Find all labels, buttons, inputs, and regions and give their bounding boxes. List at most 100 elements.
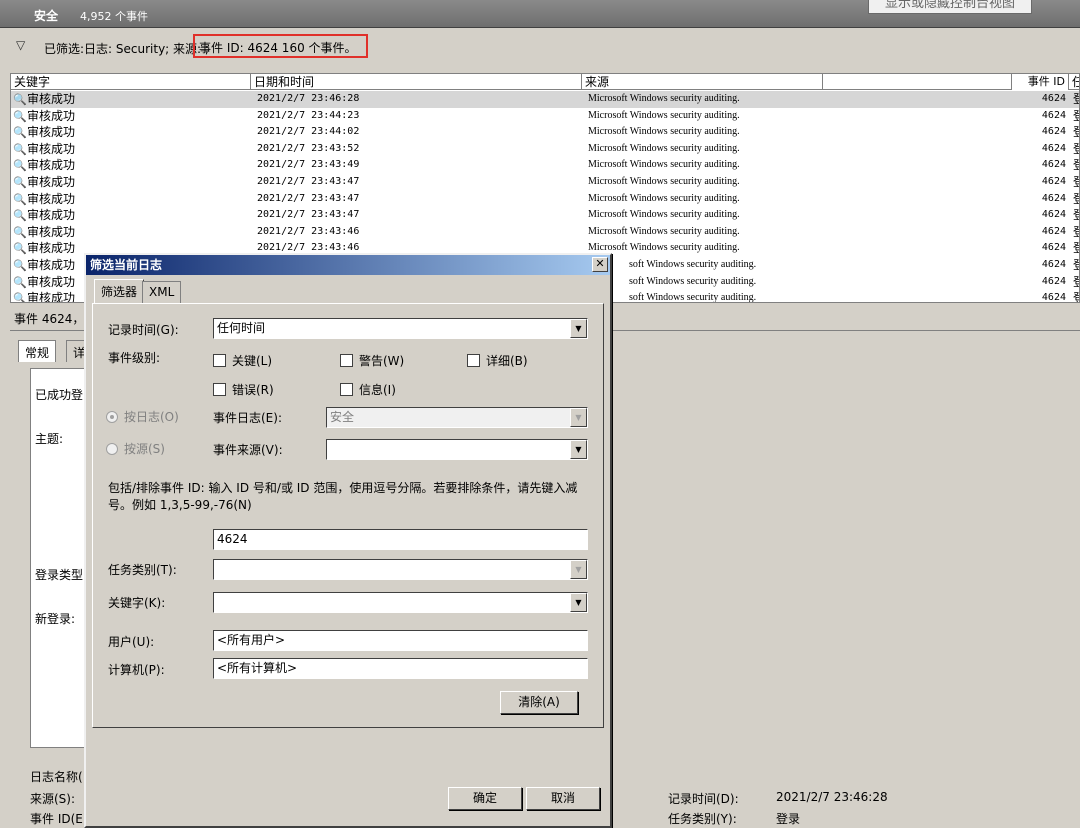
filter-prefix: 已筛选:日志: Security; 来源: ; xyxy=(44,42,209,56)
table-row[interactable]: 🔍审核成功 2021/2/7 23:44:02 Microsoft Windows … xyxy=(11,124,1079,141)
task-cell: 登 xyxy=(1073,207,1079,224)
table-row[interactable]: 🔍审核成功 2021/2/7 23:43:46 Microsoft Windows … xyxy=(11,224,1079,241)
task-cell: 登 xyxy=(1073,290,1079,302)
error-checkbox[interactable]: 错误(R) xyxy=(213,381,274,398)
chevron-down-icon[interactable]: ▼ xyxy=(570,319,587,338)
task-cell: 登 xyxy=(1073,91,1079,108)
show-hide-console-button[interactable]: 显示或隐藏控制台视图 xyxy=(868,0,1032,14)
computer-input[interactable]: <所有计算机> xyxy=(213,658,588,679)
user-label: 用户(U): xyxy=(108,635,155,649)
datetime-cell: 2021/2/7 23:44:23 xyxy=(257,109,360,121)
log-name-label: 日志名称( xyxy=(30,770,83,784)
col-keyword[interactable]: 关键字 xyxy=(11,74,251,90)
event-id-cell: 4624 xyxy=(1041,192,1066,204)
table-row[interactable]: 🔍审核成功 2021/2/7 23:43:49 Microsoft Windows … xyxy=(11,157,1079,174)
task-cell: 登 xyxy=(1073,141,1079,158)
task-category-label: 任务类别(Y): xyxy=(668,812,737,826)
keyword-text: 审核成功 xyxy=(27,108,76,123)
event-id-label: 事件 ID(E) xyxy=(30,812,88,826)
keyword-text: 审核成功 xyxy=(27,208,76,223)
datetime-cell: 2021/2/7 23:43:47 xyxy=(257,209,360,221)
verbose-checkbox[interactable]: 详细(B) xyxy=(467,352,528,369)
success-text: 已成功登 xyxy=(35,388,84,402)
key-icon: 🔍 xyxy=(13,109,27,123)
event-id-description: 包括/排除事件 ID: 输入 ID 号和/或 ID 范围，使用逗号分隔。若要排除… xyxy=(108,481,578,512)
log-title: 安全 xyxy=(34,9,59,23)
keyword-cell: 🔍审核成功 xyxy=(13,224,75,242)
event-id-cell: 4624 xyxy=(1041,275,1066,287)
event-count: 4,952 个事件 xyxy=(80,10,148,23)
datetime-cell: 2021/2/7 23:43:49 xyxy=(257,159,360,171)
table-row[interactable]: 🔍审核成功 2021/2/7 23:43:52 Microsoft Windows … xyxy=(11,141,1079,158)
event-id-cell: 4624 xyxy=(1041,142,1066,154)
information-label: 信息(I) xyxy=(359,383,396,397)
by-log-radio[interactable]: 按日志(O) xyxy=(106,408,179,425)
chevron-down-icon[interactable]: ▼ xyxy=(570,560,587,579)
grid-header: 关键字 日期和时间 来源 事件 ID 任 xyxy=(11,74,1079,90)
tab-general[interactable]: 常规 xyxy=(18,340,57,362)
close-icon[interactable]: ✕ xyxy=(592,257,608,272)
col-task[interactable]: 任 xyxy=(1069,74,1079,90)
task-cell: 登 xyxy=(1073,157,1079,174)
keyword-cell: 🔍审核成功 xyxy=(13,174,75,192)
datetime-cell: 2021/2/7 23:43:47 xyxy=(257,192,360,204)
chevron-down-icon[interactable]: ▼ xyxy=(570,440,587,459)
event-id-cell: 4624 xyxy=(1041,292,1066,303)
table-row[interactable]: 🔍审核成功 2021/2/7 23:43:47 Microsoft Windows … xyxy=(11,174,1079,191)
datetime-cell: 2021/2/7 23:43:47 xyxy=(257,176,360,187)
filter-current-log-dialog: 筛选当前日志 ✕ 筛选器 XML 记录时间(G): 任何时间 ▼ 事件级别: 关… xyxy=(84,253,612,828)
task-cell: 登 xyxy=(1073,274,1079,291)
record-time-label: 记录时间(D): xyxy=(668,792,739,806)
warning-label: 警告(W) xyxy=(359,354,405,368)
chevron-down-icon[interactable]: ▼ xyxy=(570,593,587,612)
col-datetime[interactable]: 日期和时间 xyxy=(251,74,582,90)
dialog-title: 筛选当前日志 xyxy=(86,255,610,275)
col-source[interactable]: 来源 xyxy=(582,74,823,90)
event-logs-select[interactable]: 安全 ▼ xyxy=(326,407,588,428)
keywords-label: 关键字(K): xyxy=(108,596,166,610)
clear-button[interactable]: 清除(A) xyxy=(500,691,578,714)
col-event-id[interactable]: 事件 ID xyxy=(1011,74,1069,90)
cancel-button[interactable]: 取消 xyxy=(526,787,600,810)
information-checkbox[interactable]: 信息(I) xyxy=(340,381,396,398)
table-row[interactable]: 🔍审核成功 2021/2/7 23:44:23 Microsoft Windows … xyxy=(11,108,1079,125)
task-category-select[interactable]: ▼ xyxy=(213,559,588,580)
key-icon: 🔍 xyxy=(13,209,27,223)
source-cell: Microsoft Windows security auditing. xyxy=(588,142,740,154)
datetime-cell: 2021/2/7 23:44:02 xyxy=(257,126,360,138)
table-row[interactable]: 🔍审核成功 2021/2/7 23:43:47 Microsoft Windows … xyxy=(11,207,1079,224)
keyword-text: 审核成功 xyxy=(27,92,76,106)
keyword-cell: 🔍审核成功 xyxy=(13,91,75,109)
key-icon: 🔍 xyxy=(13,275,27,289)
key-icon: 🔍 xyxy=(13,225,27,239)
subject-label: 主题: xyxy=(35,432,64,446)
warning-checkbox[interactable]: 警告(W) xyxy=(340,352,404,369)
key-icon: 🔍 xyxy=(13,159,27,173)
user-input[interactable]: <所有用户> xyxy=(213,630,588,651)
ok-button[interactable]: 确定 xyxy=(448,787,522,810)
task-cell: 登 xyxy=(1073,240,1079,257)
event-sources-select[interactable]: ▼ xyxy=(326,439,588,460)
keyword-text: 审核成功 xyxy=(27,258,76,272)
event-id-cell: 4624 xyxy=(1041,176,1066,187)
keyword-text: 审核成功 xyxy=(27,125,76,140)
keywords-select[interactable]: ▼ xyxy=(213,592,588,613)
table-row[interactable]: 🔍审核成功 2021/2/7 23:43:47 Microsoft Windows … xyxy=(11,191,1079,208)
source-cell: Microsoft Windows security auditing. xyxy=(588,126,740,138)
task-cell: 登 xyxy=(1073,174,1079,191)
event-logs-value: 安全 xyxy=(330,410,355,424)
keyword-cell: 🔍审核成功 xyxy=(13,290,75,302)
tab-xml[interactable]: XML xyxy=(142,281,182,303)
table-row[interactable]: 🔍审核成功 2021/2/7 23:46:28 Microsoft Windows … xyxy=(11,91,1079,108)
critical-checkbox[interactable]: 关键(L) xyxy=(213,352,272,369)
event-level-label: 事件级别: xyxy=(108,351,161,365)
tab-filter[interactable]: 筛选器 xyxy=(94,279,145,304)
keyword-cell: 🔍审核成功 xyxy=(13,207,75,225)
by-source-radio[interactable]: 按源(S) xyxy=(106,440,165,457)
keyword-cell: 🔍审核成功 xyxy=(13,157,75,175)
source-cell: soft Windows security auditing. xyxy=(629,259,757,270)
source-label: 来源(S): xyxy=(30,792,76,806)
chevron-down-icon[interactable]: ▼ xyxy=(570,408,587,427)
event-id-input[interactable]: 4624 xyxy=(213,529,588,550)
logged-select[interactable]: 任何时间 ▼ xyxy=(213,318,588,339)
